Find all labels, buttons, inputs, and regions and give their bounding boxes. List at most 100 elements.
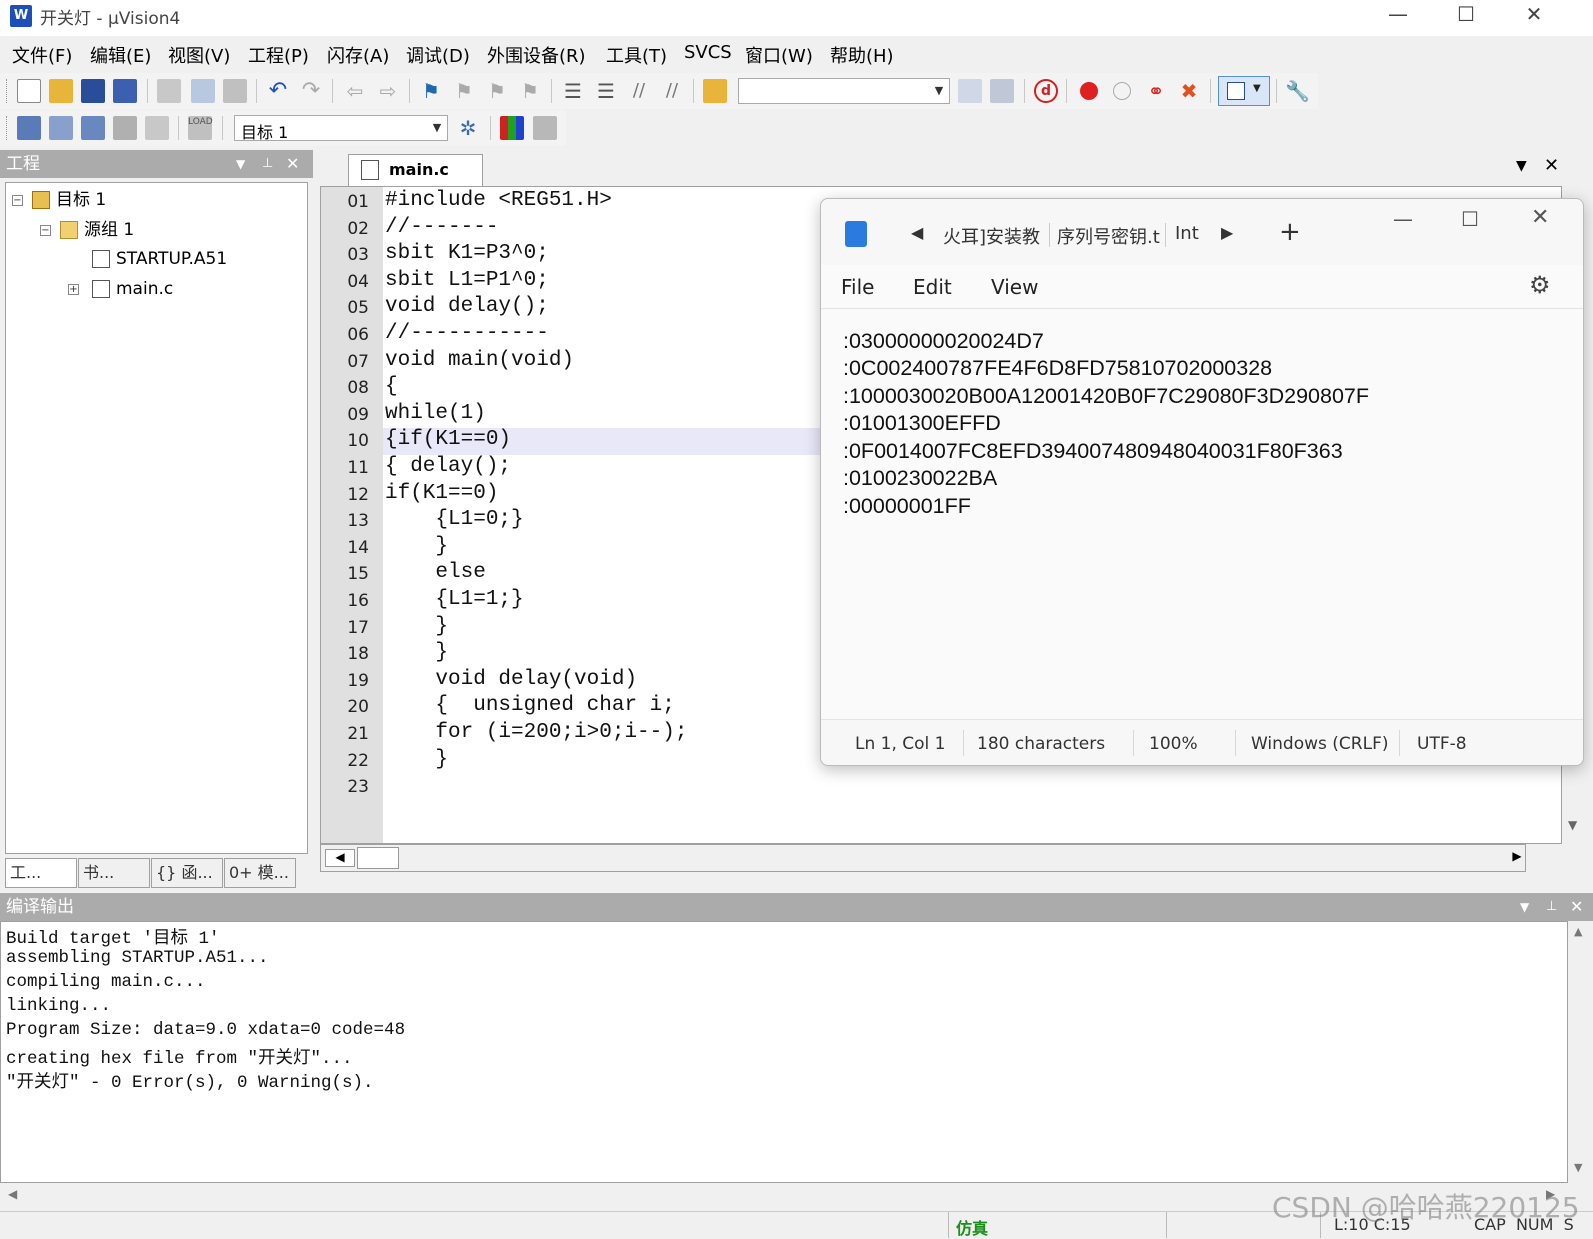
menu-view[interactable]: 视图(V) — [168, 42, 230, 68]
rebuild-icon[interactable] — [81, 116, 105, 140]
notepad-menu-file[interactable]: File — [841, 275, 874, 299]
stop-build-icon[interactable] — [145, 116, 169, 140]
chevron-down-icon[interactable]: ▼ — [429, 119, 445, 137]
menu-file[interactable]: 文件(F) — [12, 42, 72, 68]
tree-file-main[interactable]: main.c — [92, 276, 173, 302]
scroll-right-arrow-icon[interactable]: ▶ — [1509, 849, 1525, 867]
scroll-left-arrow-icon[interactable]: ◀ — [325, 849, 355, 867]
menu-svcs[interactable]: SVCS — [684, 42, 732, 63]
close-button[interactable]: ✕ — [1502, 0, 1566, 30]
undo-icon[interactable]: ↶ — [266, 79, 290, 103]
select-packs-icon[interactable] — [533, 116, 557, 140]
tab-books[interactable]: 书... — [78, 858, 150, 888]
scroll-down-arrow-icon[interactable]: ▼ — [1574, 1161, 1582, 1174]
encoding[interactable]: UTF-8 — [1417, 734, 1467, 754]
tab-main-c[interactable]: main.c — [348, 154, 483, 186]
notepad-tab[interactable]: 序列号密钥.t — [1057, 223, 1160, 249]
load-download-icon[interactable]: LOAD — [188, 116, 213, 140]
target-options-icon[interactable]: ✲ — [456, 116, 480, 140]
insert-breakpoint-icon[interactable] — [1080, 82, 1098, 100]
menu-edit[interactable]: 编辑(E) — [90, 42, 151, 68]
chevron-down-icon[interactable]: ▼ — [1520, 893, 1529, 921]
maximize-button[interactable]: ☐ — [1461, 207, 1479, 231]
translate-icon[interactable] — [17, 116, 41, 140]
build-icon[interactable] — [49, 116, 73, 140]
expand-icon[interactable]: + — [68, 284, 79, 295]
notepad-menu-view[interactable]: View — [991, 275, 1038, 299]
batch-build-icon[interactable] — [113, 116, 137, 140]
close-icon[interactable]: ✕ — [1544, 155, 1559, 176]
comment-icon[interactable]: // — [627, 79, 651, 103]
unindent-icon[interactable]: ☰ — [594, 79, 618, 103]
new-file-icon[interactable] — [17, 79, 41, 103]
editor-horizontal-scrollbar[interactable]: ◀ ▶ — [320, 844, 1526, 872]
tab-functions[interactable]: {} 函... — [151, 858, 223, 888]
close-icon[interactable]: ✕ — [286, 150, 299, 178]
build-output-text[interactable]: Build target '目标 1' assembling STARTUP.A… — [0, 921, 1568, 1183]
minimize-button[interactable]: — — [1366, 0, 1430, 30]
menu-tools[interactable]: 工具(T) — [606, 42, 667, 68]
scroll-thumb[interactable] — [357, 847, 399, 869]
chevron-down-icon[interactable]: ▼ — [236, 150, 245, 178]
next-bookmark-icon[interactable]: ⚑ — [485, 79, 509, 103]
target-select[interactable]: 目标 1 ▼ — [234, 115, 448, 142]
new-tab-button[interactable]: + — [1279, 217, 1301, 247]
incremental-find-icon[interactable] — [990, 79, 1014, 103]
window-layout-button[interactable]: ▼ — [1218, 76, 1270, 106]
chevron-down-icon[interactable]: ▼ — [1516, 158, 1527, 174]
kill-breakpoints-icon[interactable]: ✖ — [1177, 79, 1201, 103]
save-all-icon[interactable] — [113, 79, 137, 103]
menu-project[interactable]: 工程(P) — [248, 42, 309, 68]
zoom-level[interactable]: 100% — [1149, 734, 1198, 754]
copy-icon[interactable] — [191, 79, 215, 103]
configure-wrench-icon[interactable]: 🔧 — [1285, 79, 1310, 103]
find-replace-icon[interactable] — [958, 79, 982, 103]
uncomment-icon[interactable]: // — [660, 79, 684, 103]
redo-icon[interactable]: ↷ — [299, 79, 323, 103]
collapse-icon[interactable]: − — [40, 225, 51, 236]
clear-bookmarks-icon[interactable]: ⚑ — [518, 79, 542, 103]
menu-help[interactable]: 帮助(H) — [830, 42, 894, 68]
close-button[interactable]: ✕ — [1531, 205, 1549, 230]
maximize-button[interactable]: ☐ — [1434, 0, 1498, 30]
scroll-down-arrow-icon[interactable]: ▼ — [1568, 818, 1577, 832]
chevron-down-icon[interactable]: ▼ — [931, 82, 947, 100]
line-ending[interactable]: Windows (CRLF) — [1251, 734, 1389, 754]
nav-forward-icon[interactable]: ⇨ — [376, 79, 400, 103]
find-in-files-icon[interactable] — [703, 79, 727, 103]
enable-breakpoint-icon[interactable] — [1113, 82, 1131, 100]
notepad-tab[interactable]: Int — [1175, 223, 1205, 244]
tab-scroll-right-icon[interactable]: ▶ — [1221, 223, 1233, 242]
pin-icon[interactable]: ⊥ — [1546, 893, 1557, 921]
manage-components-icon[interactable] — [500, 116, 524, 140]
tree-file-startup[interactable]: STARTUP.A51 — [92, 246, 227, 272]
collapse-icon[interactable]: − — [12, 195, 23, 206]
menu-peripherals[interactable]: 外围设备(R) — [487, 42, 586, 68]
tree-group[interactable]: 源组 1 — [60, 217, 134, 243]
menu-flash[interactable]: 闪存(A) — [327, 42, 389, 68]
nav-back-icon[interactable]: ⇦ — [343, 79, 367, 103]
indent-icon[interactable]: ☰ — [561, 79, 585, 103]
tab-templates[interactable]: 0+ 模... — [224, 858, 296, 888]
cut-icon[interactable] — [157, 79, 181, 103]
tab-project[interactable]: 工... — [5, 858, 77, 888]
prev-bookmark-icon[interactable]: ⚑ — [452, 79, 476, 103]
bookmark-icon[interactable]: ⚑ — [419, 79, 443, 103]
menu-window[interactable]: 窗口(W) — [745, 42, 813, 68]
minimize-button[interactable]: — — [1393, 207, 1413, 231]
toolbar-grip[interactable] — [6, 79, 9, 103]
open-folder-icon[interactable] — [49, 79, 73, 103]
disable-breakpoints-icon[interactable]: ⚭ — [1144, 79, 1168, 103]
save-icon[interactable] — [81, 79, 105, 103]
settings-gear-icon[interactable]: ⚙ — [1529, 271, 1551, 299]
start-debug-icon[interactable]: d — [1034, 79, 1058, 103]
notepad-text-area[interactable]: :03000000020024D7 :0C002400787FE4F6D8FD7… — [821, 309, 1583, 719]
tree-target[interactable]: 目标 1 — [32, 187, 106, 213]
scroll-up-arrow-icon[interactable]: ▲ — [1574, 925, 1582, 938]
close-icon[interactable]: ✕ — [1570, 893, 1583, 921]
paste-icon[interactable] — [223, 79, 247, 103]
tab-scroll-left-icon[interactable]: ◀ — [911, 223, 923, 242]
pin-icon[interactable]: ⊥ — [262, 150, 273, 178]
toolbar-grip[interactable] — [6, 116, 9, 140]
find-combobox[interactable]: ▼ — [738, 78, 950, 104]
